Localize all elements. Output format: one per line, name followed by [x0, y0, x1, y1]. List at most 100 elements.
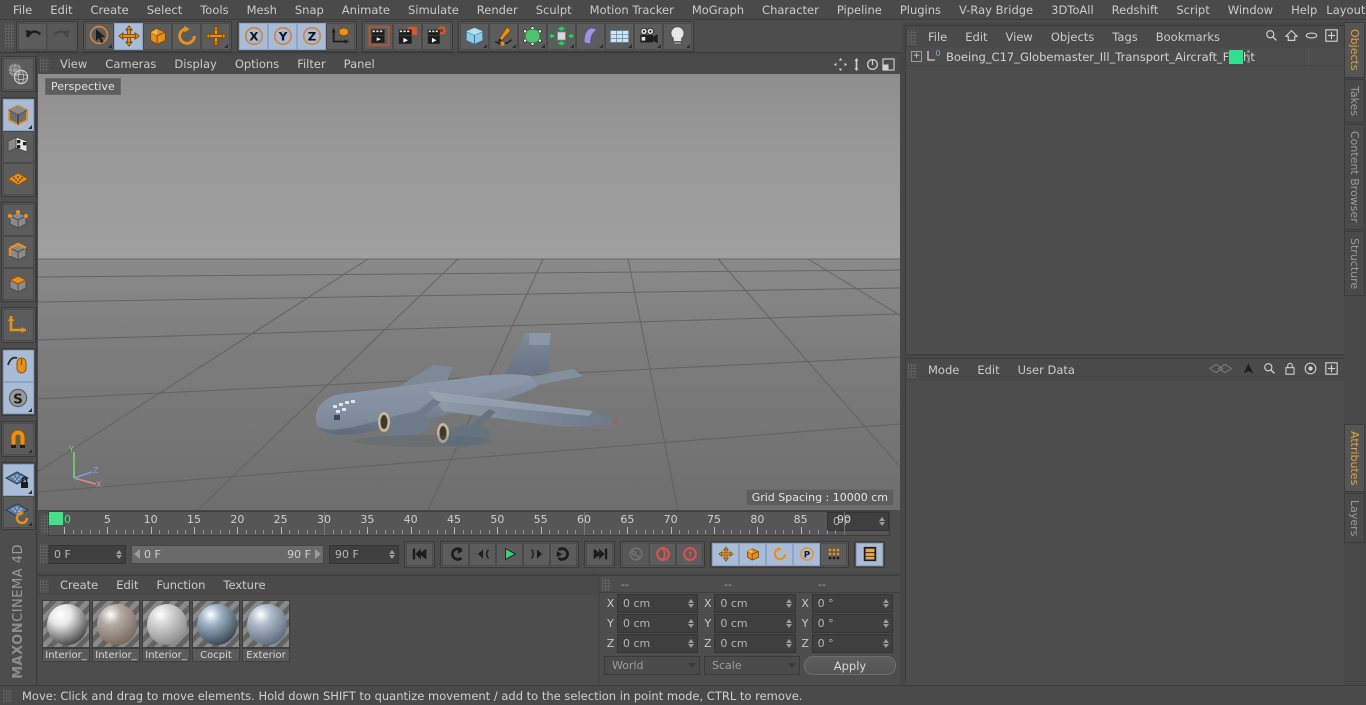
- menu-render[interactable]: Render: [468, 0, 527, 20]
- material-item[interactable]: Cocpit: [192, 600, 240, 662]
- point-level-animation-button[interactable]: [820, 542, 847, 566]
- menu-animate[interactable]: Animate: [333, 0, 399, 20]
- render-to-picture-viewer-button[interactable]: [393, 22, 422, 50]
- record-active-objects-button[interactable]: [622, 542, 649, 566]
- object-manager-menu-objects[interactable]: Objects: [1042, 26, 1103, 48]
- size-x-field[interactable]: 0 cm: [714, 593, 796, 613]
- axis-z-button[interactable]: Z: [297, 22, 326, 50]
- transform-mode-dropdown[interactable]: Scale: [704, 656, 800, 675]
- maximize-viewport-icon[interactable]: [882, 58, 895, 71]
- go-to-previous-key-button[interactable]: [442, 542, 469, 566]
- material-preview[interactable]: [42, 600, 90, 648]
- rotation-z-field[interactable]: 0 °: [811, 633, 893, 653]
- axis-x-button[interactable]: X: [239, 22, 268, 50]
- scale-key-button[interactable]: [739, 542, 766, 566]
- polygons-mode-button[interactable]: [2, 268, 34, 300]
- spinner-icon[interactable]: [882, 638, 889, 648]
- end-frame-field[interactable]: 90 F: [329, 544, 399, 564]
- spinner-icon[interactable]: [785, 618, 792, 628]
- redo-button[interactable]: [47, 22, 76, 50]
- pan-viewport-icon[interactable]: [834, 58, 847, 71]
- spinner-icon[interactable]: [116, 549, 122, 559]
- points-mode-button[interactable]: [2, 204, 34, 236]
- object-manager-menu-edit[interactable]: Edit: [956, 26, 996, 48]
- menu-file[interactable]: File: [4, 0, 41, 20]
- model-mode-button[interactable]: [2, 99, 34, 131]
- material-item[interactable]: Exterior: [242, 600, 290, 662]
- menu-script[interactable]: Script: [1167, 0, 1218, 20]
- magnet-button[interactable]: [2, 423, 34, 455]
- rotation-y-field[interactable]: 0 °: [811, 613, 893, 633]
- object-manager-menu-tags[interactable]: Tags: [1103, 26, 1146, 48]
- attribute-manager-menu-mode[interactable]: Mode: [919, 359, 968, 381]
- vertical-tab-attributes[interactable]: Attributes: [1344, 423, 1365, 492]
- add-layer-icon[interactable]: [1325, 29, 1338, 45]
- make-editable-button[interactable]: [2, 58, 34, 90]
- viewport-menu-display[interactable]: Display: [165, 55, 225, 74]
- start-frame-field[interactable]: 0 F: [48, 544, 126, 564]
- add-deformer-button[interactable]: [576, 22, 605, 50]
- viewport-solo-button[interactable]: [2, 350, 34, 382]
- keyframe-selection-button[interactable]: ?: [676, 542, 703, 566]
- add-scene-object-button[interactable]: [605, 22, 634, 50]
- preview-range-slider[interactable]: 0 F 90 F: [131, 544, 324, 564]
- material-preview[interactable]: [92, 600, 140, 648]
- object-manager-grip[interactable]: [908, 29, 917, 45]
- menu-window[interactable]: Window: [1219, 0, 1282, 20]
- position-y-field[interactable]: 0 cm: [617, 613, 699, 633]
- menu-simulate[interactable]: Simulate: [399, 0, 468, 20]
- dolly-viewport-icon[interactable]: [850, 58, 863, 71]
- vertical-tab-layers[interactable]: Layers: [1344, 493, 1365, 544]
- polygon-axis-button[interactable]: [2, 163, 34, 195]
- render-settings-button[interactable]: [422, 22, 451, 50]
- display-tag-icon[interactable]: [1229, 49, 1243, 64]
- size-y-field[interactable]: 0 cm: [714, 613, 796, 633]
- spinner-icon[interactable]: [688, 618, 695, 628]
- lock-icon[interactable]: [1284, 362, 1296, 378]
- add-spline-button[interactable]: [489, 22, 518, 50]
- size-z-field[interactable]: 0 cm: [714, 633, 796, 653]
- material-item[interactable]: Interior_: [142, 600, 190, 662]
- menu-redshift[interactable]: Redshift: [1103, 0, 1168, 20]
- parameter-key-button[interactable]: P: [793, 542, 820, 566]
- menu-create[interactable]: Create: [82, 0, 138, 20]
- material-preview[interactable]: [192, 600, 240, 648]
- object-manager-menu-bookmarks[interactable]: Bookmarks: [1147, 26, 1229, 48]
- axis-y-button[interactable]: Y: [268, 22, 297, 50]
- menu-v-ray-bridge[interactable]: V-Ray Bridge: [950, 0, 1042, 20]
- menu-3dtoall[interactable]: 3DToAll: [1042, 0, 1103, 20]
- add-cube-object-button[interactable]: [460, 22, 489, 50]
- add-light-button[interactable]: [663, 22, 692, 50]
- material-manager-grip[interactable]: [40, 578, 49, 593]
- add-modeling-object-button[interactable]: [547, 22, 576, 50]
- vertical-tab-content-browser[interactable]: Content Browser: [1344, 123, 1365, 230]
- rotate-tool[interactable]: [172, 22, 201, 50]
- attribute-manager-menu-edit[interactable]: Edit: [968, 359, 1008, 381]
- home-icon[interactable]: [1284, 29, 1299, 45]
- vertical-tab-structure[interactable]: Structure: [1344, 230, 1365, 296]
- undo-button[interactable]: [18, 22, 47, 50]
- texture-mode-button[interactable]: [2, 131, 34, 163]
- go-to-next-key-button[interactable]: [550, 542, 577, 566]
- position-x-field[interactable]: 0 cm: [617, 593, 699, 613]
- go-to-end-button[interactable]: [586, 542, 613, 566]
- add-camera-button[interactable]: [634, 22, 663, 50]
- move-tool[interactable]: [114, 22, 143, 50]
- material-menu-texture[interactable]: Texture: [214, 576, 274, 595]
- position-z-field[interactable]: 0 cm: [617, 633, 699, 653]
- object-manager-menu-file[interactable]: File: [919, 26, 956, 48]
- menu-edit[interactable]: Edit: [41, 0, 81, 20]
- object-manager-menu-view[interactable]: View: [997, 26, 1042, 48]
- spinner-icon[interactable]: [882, 618, 889, 628]
- live-selection-tool[interactable]: [85, 22, 114, 50]
- expand-object-icon[interactable]: +: [911, 51, 922, 62]
- attribute-manager-grip[interactable]: [908, 362, 917, 378]
- workplane-lock-button[interactable]: [2, 464, 34, 496]
- toolbar-grip[interactable]: [5, 23, 14, 49]
- enable-snap-button[interactable]: S: [2, 382, 34, 414]
- viewport-menu-filter[interactable]: Filter: [288, 55, 334, 74]
- workplane-rotate-button[interactable]: [2, 496, 34, 528]
- material-item[interactable]: Interior_: [92, 600, 140, 662]
- range-right-arrow-icon[interactable]: [315, 549, 321, 559]
- search-icon[interactable]: [1265, 29, 1278, 45]
